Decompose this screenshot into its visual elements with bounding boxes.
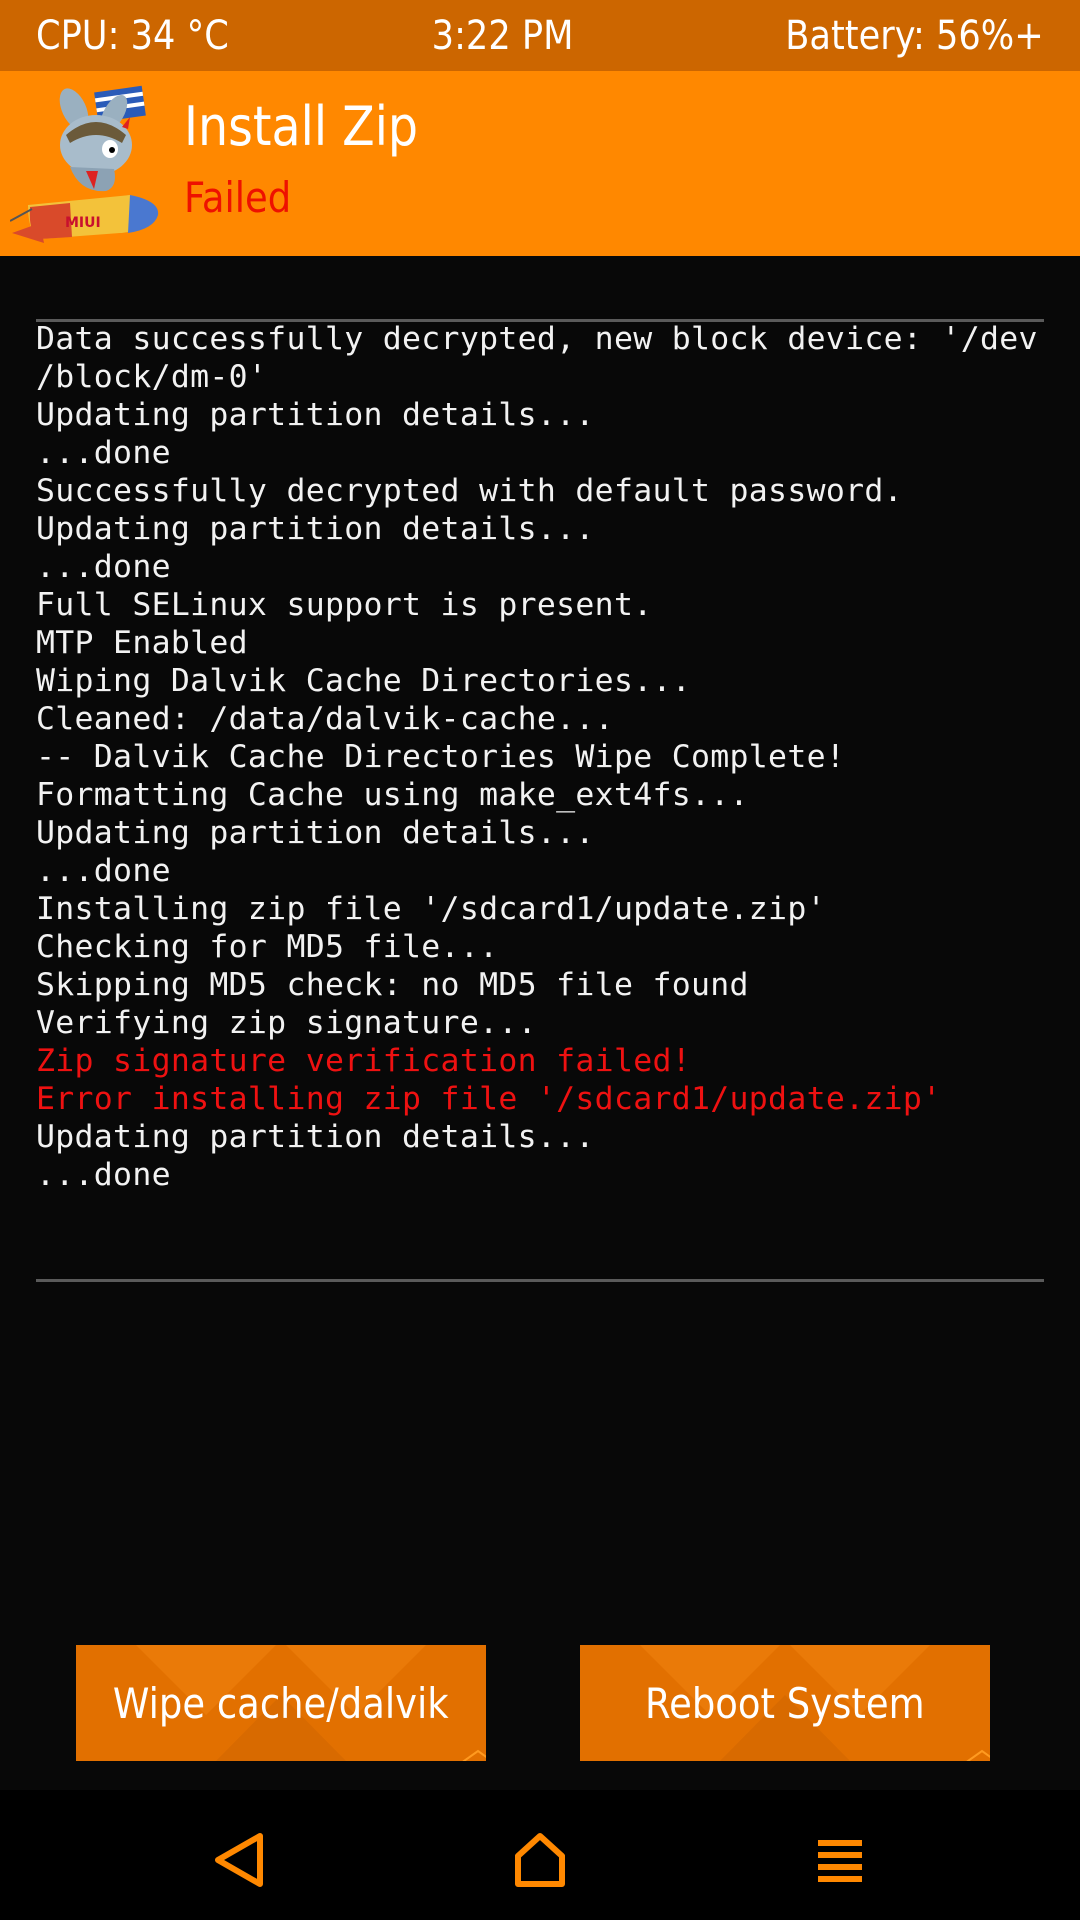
back-button[interactable] [190, 1810, 290, 1910]
console-error-line: Error installing zip file '/sdcard1/upda… [36, 1081, 942, 1117]
battery-status: Battery: 56%+ [785, 12, 1044, 59]
status-bar: CPU: 34 °C 3:22 PM Battery: 56%+ [0, 0, 1080, 71]
clock: 3:22 PM [431, 12, 574, 59]
console-line: -- Dalvik Cache Directories Wipe Complet… [36, 739, 846, 775]
navigation-bar [0, 1790, 1080, 1920]
console-line: Updating partition details... [36, 397, 595, 433]
console-line: Verifying zip signature... [36, 1005, 537, 1041]
console-line: Successfully decrypted with default pass… [36, 473, 903, 509]
console-line: /block/dm-0' [36, 359, 268, 395]
console-line: Data successfully decrypted, new block d… [36, 321, 1038, 357]
menu-button[interactable] [790, 1810, 890, 1910]
miui-mascot-logo: MIUI [10, 85, 159, 243]
menu-icon [818, 1840, 862, 1882]
home-icon [515, 1833, 565, 1887]
install-status: Failed [184, 173, 292, 222]
reboot-button-label: Reboot System [645, 1678, 925, 1728]
console-line: Wiping Dalvik Cache Directories... [36, 663, 691, 699]
console-error-line: Zip signature verification failed! [36, 1043, 691, 1079]
console-line: ...done [36, 549, 171, 585]
page-title: Install Zip [184, 95, 419, 158]
console-line: Installing zip file '/sdcard1/update.zip… [36, 891, 826, 927]
console-line: Checking for MD5 file... [36, 929, 499, 965]
header: MIUI Install Zip Failed [0, 71, 1080, 256]
console-line: Updating partition details... [36, 1119, 595, 1155]
console-output[interactable]: Data successfully decrypted, new block d… [36, 320, 1048, 1200]
reboot-system-button[interactable]: Reboot System [580, 1645, 990, 1761]
console-line: ...done [36, 1157, 171, 1193]
console-line: Full SELinux support is present. [36, 587, 653, 623]
back-icon [215, 1833, 263, 1887]
console-line: Formatting Cache using make_ext4fs... [36, 777, 749, 813]
console-line: Updating partition details... [36, 815, 595, 851]
console-line: ...done [36, 853, 171, 889]
console-line: Cleaned: /data/dalvik-cache... [36, 701, 614, 737]
console-line: MTP Enabled [36, 625, 248, 661]
recovery-screen: CPU: 34 °C 3:22 PM Battery: 56%+ MIUI In… [0, 0, 1080, 1920]
console-line: Skipping MD5 check: no MD5 file found [36, 967, 749, 1003]
cpu-temperature: CPU: 34 °C [36, 12, 229, 59]
home-button[interactable] [490, 1810, 590, 1910]
wipe-cache-dalvik-button[interactable]: Wipe cache/dalvik [76, 1645, 486, 1761]
svg-text:MIUI: MIUI [65, 215, 101, 231]
console-bottom-divider [36, 1279, 1044, 1282]
console-line: ...done [36, 435, 171, 471]
wipe-button-label: Wipe cache/dalvik [113, 1678, 449, 1728]
console-line: Updating partition details... [36, 511, 595, 547]
